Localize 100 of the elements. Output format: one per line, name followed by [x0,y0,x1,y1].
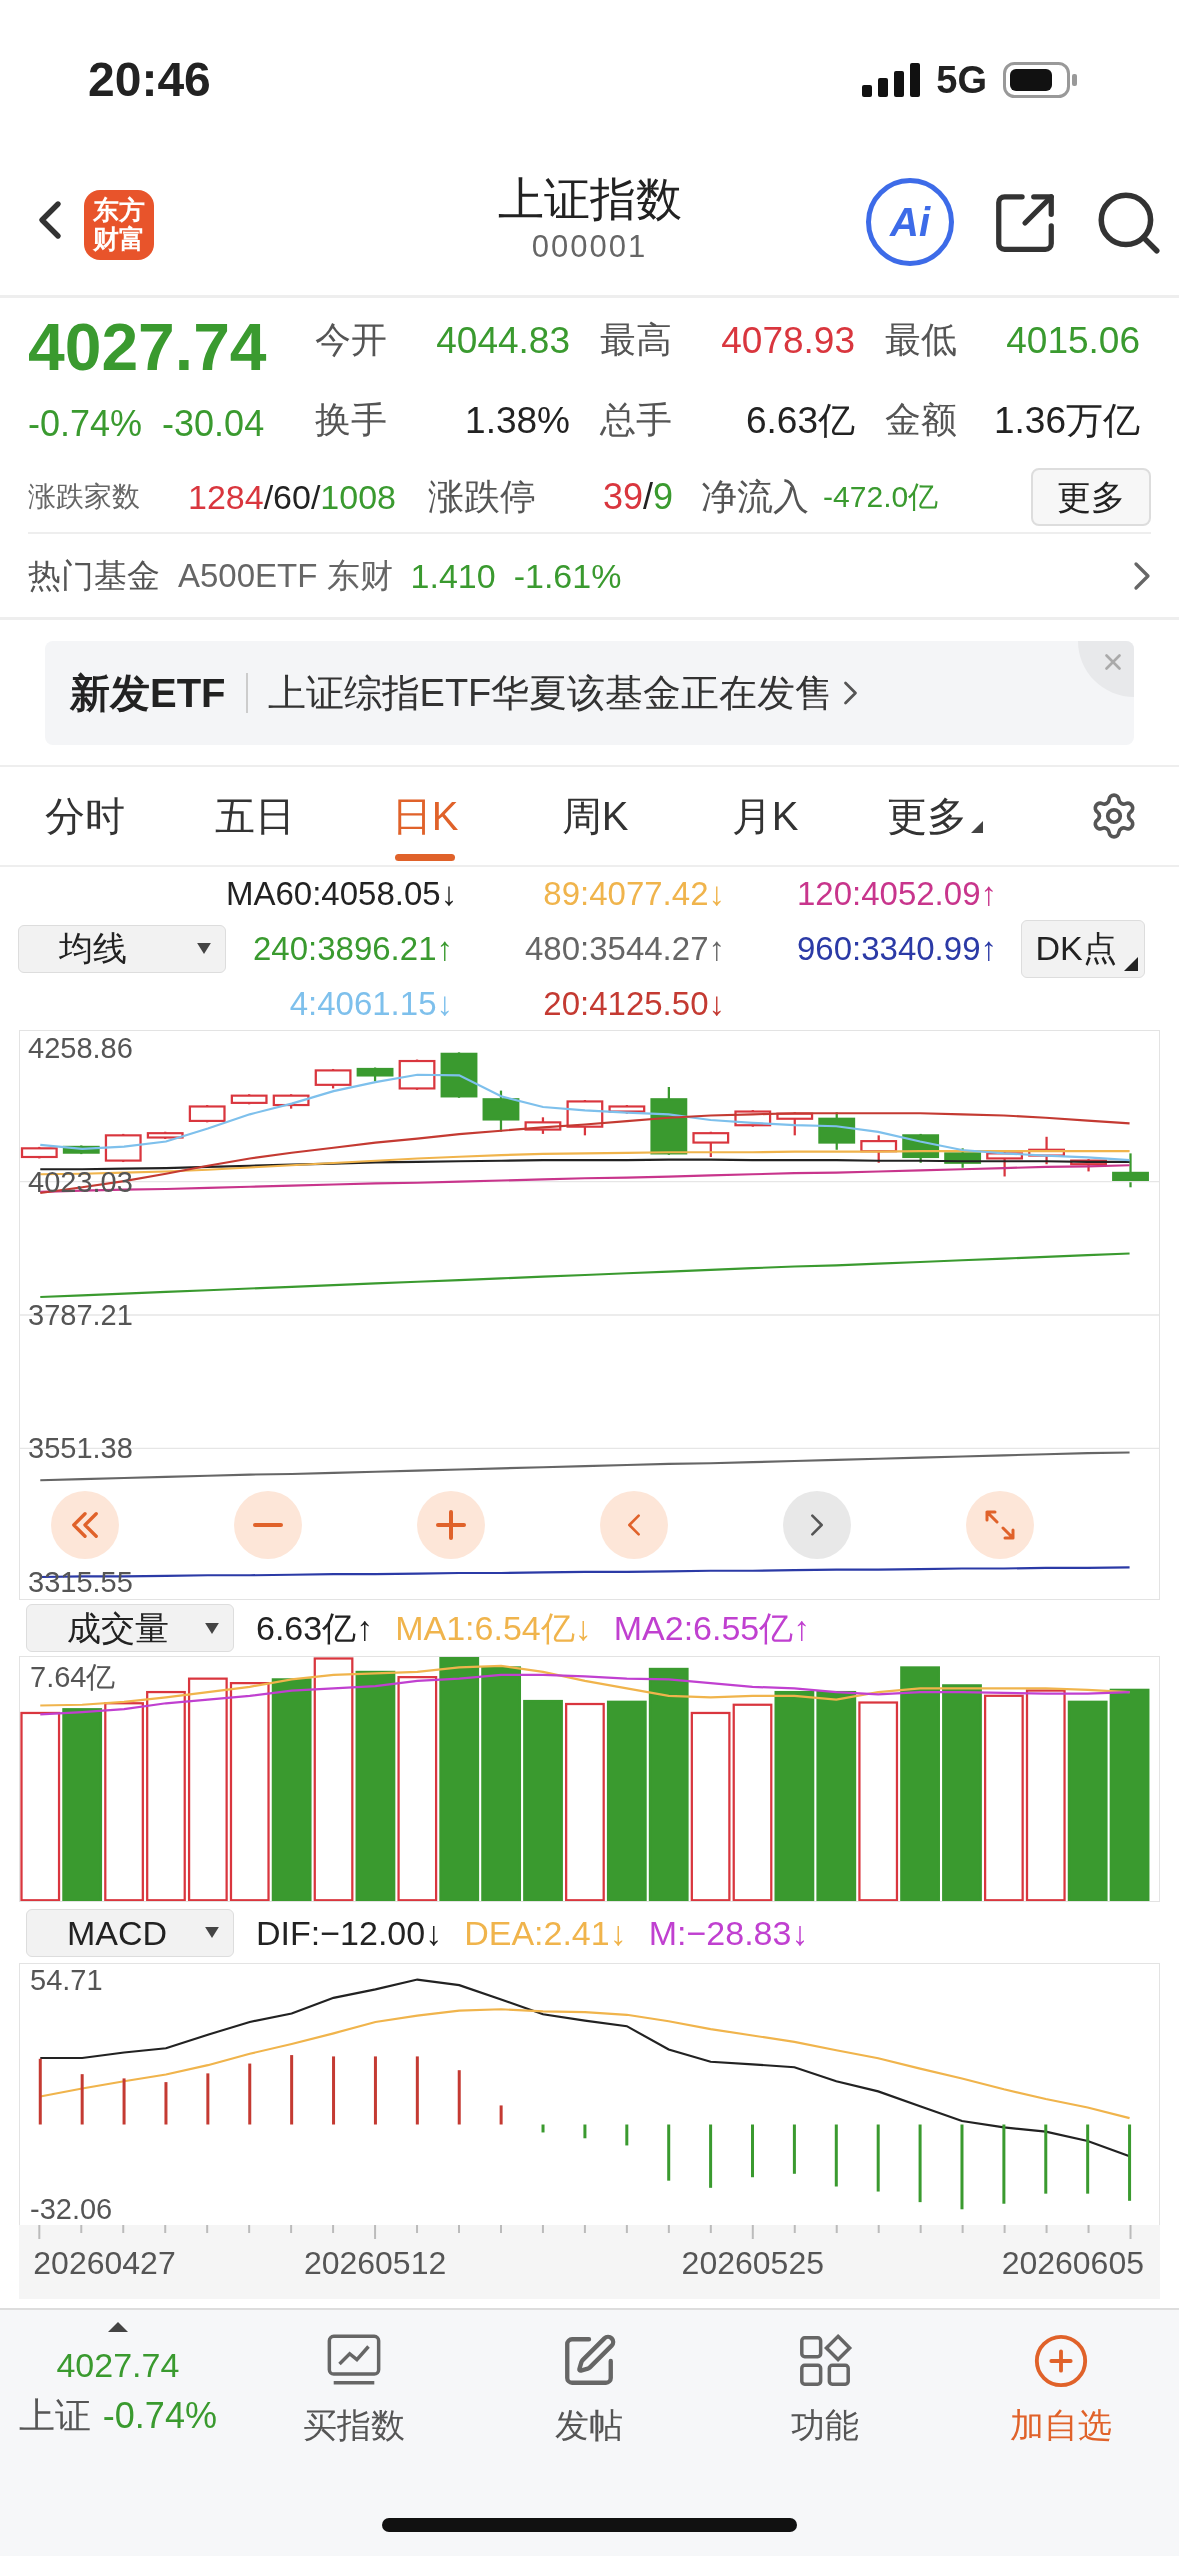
stat-label: 总手 [600,402,672,438]
candlestick [62,1145,100,1155]
stat-label: 涨跌停 [428,479,537,515]
candlestick [944,1148,982,1168]
moving-average-reading: 120:4052.09↑ [796,877,997,910]
advance-decline-count: /60/ [263,480,321,514]
index-price: 4027.74 [56,2348,180,2382]
stat-label: 今开 [315,322,387,358]
page-title: 上证指数 [497,172,682,227]
candlestick [440,1052,478,1098]
caret-icon [205,1927,219,1938]
advance-decline-count: 1008 [320,480,396,514]
axis-label: 4258.86 [28,1033,133,1063]
more-button[interactable]: 更多 [1031,468,1151,526]
macd-bar [1044,2124,1048,2194]
macd-bar [457,2070,461,2125]
fund-name: A500ETF 东财 [178,559,393,592]
date-label: 20260427 [33,2247,176,2279]
macd-bar [876,2124,880,2192]
chevron-left-icon [627,1512,641,1538]
date-label: 20260512 [303,2247,447,2279]
dk-point-button[interactable]: DK点 [1021,919,1145,978]
candlestick [398,1059,436,1090]
chart-tab[interactable]: 五日 [170,767,340,865]
stat-value: 4015.06 [1006,321,1140,359]
net-inflow-value: -472.0亿 [823,482,939,512]
indicator-dropdown[interactable]: MACD [26,1908,234,1957]
macd-bar [834,2124,838,2187]
minus-icon [253,1523,283,1527]
stock-code: 000001 [531,228,648,267]
banner-tag: 新发ETF [70,672,248,713]
double-chevron-left-icon [71,1511,99,1539]
moving-average-reading: 4:4061.15↓ [288,987,453,1020]
candlestick [146,1131,184,1139]
candlestick [608,1105,646,1114]
status-time: 20:46 [88,52,211,108]
stat-label: 最高 [600,322,672,358]
caret-icon [971,821,983,833]
toolbar-button[interactable]: 功能 [707,2322,944,2451]
macd-bar [415,2056,419,2125]
candlestick [104,1133,142,1163]
candlestick [692,1131,730,1157]
advance-decline-count: 1284 [188,480,264,514]
candlestick [734,1110,772,1127]
macd-bar [80,2074,84,2125]
caret-icon [205,1622,219,1634]
stat-value: 1.36万亿 [994,401,1140,439]
toolbar-button[interactable]: 发帖 [471,2322,708,2451]
moving-average-reading: MA60:4058.05↓ [226,877,453,910]
candlestick [272,1094,310,1109]
candlestick [776,1112,814,1136]
date-label: 20260525 [681,2247,824,2279]
candlestick [818,1112,856,1150]
chart-tab[interactable]: 周K [510,767,680,865]
candlestick [986,1151,1023,1177]
moving-average-reading: 240:3896.21↑ [252,932,453,965]
index-name: 上证 [18,2398,91,2434]
axis-label: 3787.21 [28,1300,133,1330]
battery-icon [1003,62,1079,98]
candlestick [230,1094,268,1105]
ai-button[interactable]: Ai [866,178,954,266]
candlestick [482,1090,520,1132]
network-label: 5G [936,57,987,103]
chevron-right-icon [810,1512,824,1538]
chart-tab[interactable]: 分时 [0,767,170,865]
macd-bar [1086,2124,1090,2194]
promo-banner[interactable]: 新发ETF 上证综指ETF华夏该基金正在发售 [45,640,1134,745]
app-logo: 东方财富 [84,190,154,260]
macd-bar [248,2063,252,2125]
last-price: 4027.74 [28,314,268,380]
volume-reading: MA1:6.54亿↓ [395,1611,592,1645]
macd-bar [583,2124,587,2139]
macd-bar [38,2058,42,2125]
stat-value: 4044.83 [436,321,570,359]
chart-tab[interactable]: 月K [680,767,850,865]
moving-average-reading: 960:3340.99↑ [796,932,997,965]
chart-tab[interactable]: 更多 [850,767,1020,865]
macd-bar [709,2124,713,2188]
caret-up-icon[interactable] [107,2322,128,2332]
indicator-dropdown[interactable]: 均线 [18,924,226,973]
plus-icon [436,1510,466,1540]
stat-value: 1.38% [465,401,570,439]
stat-label: 换手 [315,402,387,438]
stat-label: 金额 [885,402,957,438]
candlestick [860,1135,898,1163]
macd-bar [667,2124,671,2181]
chevron-right-icon [843,679,859,706]
macd-bar [792,2124,796,2174]
stat-value: 4078.93 [721,321,855,359]
chart-tab[interactable]: 日K [340,767,510,865]
chevron-right-icon[interactable] [1133,560,1151,591]
candlestick [1028,1136,1065,1165]
stat-label: 净流入 [701,479,810,515]
volume-reading: 6.63亿↑ [256,1611,374,1645]
toolbar-button[interactable]: 买指数 [235,2322,472,2451]
indicator-dropdown[interactable]: 成交量 [26,1604,234,1652]
index-change: -0.74% [102,2398,217,2434]
axis-label: 3551.38 [28,1433,133,1463]
banner-text: 上证综指ETF华夏该基金正在发售 [267,673,834,712]
fund-price: 1.410 [410,558,496,593]
